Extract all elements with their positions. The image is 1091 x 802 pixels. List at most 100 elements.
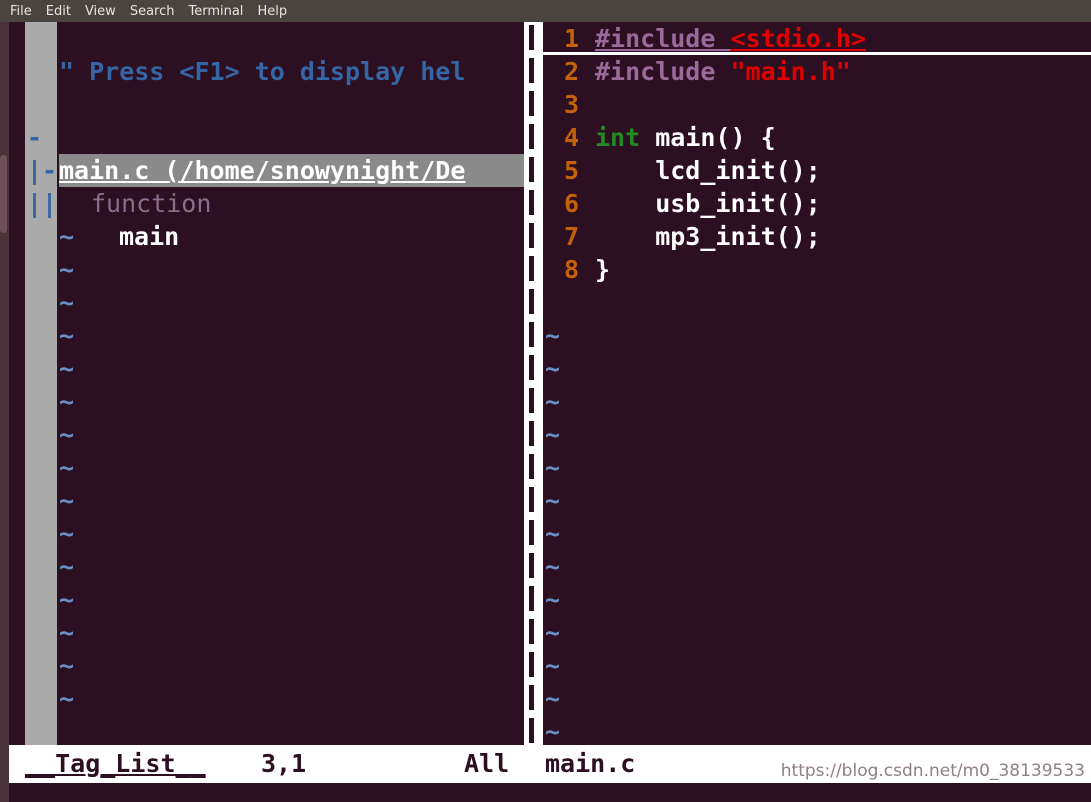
taglist-pane[interactable]: " Press <F1> to display hel - main.c (/h… <box>9 22 524 745</box>
code-line-6[interactable]: 6 usb_init(); <box>543 187 1091 220</box>
code-line-4[interactable]: 4 int main() { <box>543 121 1091 154</box>
taglist-tag-row[interactable]: || main <box>9 154 524 251</box>
menu-bar: File Edit View Search Terminal Help <box>0 0 1091 22</box>
code-line-8[interactable]: 8} <box>543 253 1091 286</box>
line-text-2: #include "main.h" <box>595 55 851 88</box>
code-token: mp3_init(); <box>595 222 821 251</box>
line-text-8: } <box>595 253 610 286</box>
divider-glyph <box>529 91 534 116</box>
taglist-file-row[interactable]: - main.c (/home/snowynight/De <box>9 88 524 187</box>
taglist-tilde: ~ <box>59 420 75 449</box>
taglist-tilde: ~ <box>59 552 75 581</box>
taglist-tilde: ~ <box>59 651 75 680</box>
divider-glyph <box>529 520 534 545</box>
line-number-5: 5 <box>563 156 579 185</box>
taglist-tag-guide-icon: || <box>27 189 58 218</box>
code-token: "main.h" <box>730 57 851 86</box>
taglist-tilde: ~ <box>59 288 75 317</box>
taglist-tilde: ~ <box>59 255 75 284</box>
code-tilde: ~ <box>545 684 561 713</box>
status-taglist-name: __Tag_List__ <box>25 749 206 778</box>
terminal-content: " Press <F1> to display hel - main.c (/h… <box>9 22 1091 802</box>
code-tilde: ~ <box>545 321 561 350</box>
divider-glyph <box>529 190 534 215</box>
divider-glyph <box>529 223 534 248</box>
code-line-1[interactable]: 1 #include <stdio.h> <box>543 22 1091 55</box>
divider-glyph <box>529 388 534 413</box>
code-tilde: ~ <box>545 651 561 680</box>
divider-glyph <box>529 256 534 281</box>
menu-item-search[interactable]: Search <box>130 5 175 18</box>
divider-glyph <box>529 487 534 512</box>
divider-glyph <box>529 322 534 347</box>
taglist-kind-row[interactable]: |- function <box>9 121 524 218</box>
code-token: usb_init(); <box>595 189 821 218</box>
line-number-3: 3 <box>563 90 579 119</box>
status-cursor-position: 3,1 <box>261 749 307 778</box>
divider-glyph <box>529 454 534 479</box>
window-left-edge <box>0 22 9 802</box>
line-number-6: 6 <box>563 189 579 218</box>
menu-item-terminal[interactable]: Terminal <box>188 5 243 18</box>
taglist-tilde: ~ <box>59 453 75 482</box>
code-line-5[interactable]: 5 lcd_init(); <box>543 154 1091 187</box>
window-scrollbar-thumb[interactable] <box>0 155 7 233</box>
line-text-1: #include <stdio.h> <box>595 22 866 55</box>
code-token: int <box>595 123 656 152</box>
menu-item-file[interactable]: File <box>10 5 32 18</box>
divider-glyph <box>529 586 534 611</box>
code-token: } <box>595 255 611 284</box>
line-number-8: 8 <box>563 255 579 284</box>
divider-glyph <box>529 718 534 743</box>
code-token: #include <box>595 57 731 86</box>
code-token: lcd_init(); <box>595 156 821 185</box>
vertical-split-divider[interactable] <box>524 22 543 745</box>
code-tilde: ~ <box>545 618 561 647</box>
bottom-strip <box>9 783 1091 802</box>
line-text-7: mp3_init(); <box>595 220 821 253</box>
divider-glyph <box>529 157 534 182</box>
code-tilde: ~ <box>545 552 561 581</box>
code-tilde: ~ <box>545 387 561 416</box>
divider-glyph <box>529 355 534 380</box>
line-number-4: 4 <box>563 123 579 152</box>
taglist-tilde: ~ <box>59 618 75 647</box>
divider-glyph <box>529 619 534 644</box>
status-scroll-indicator: All <box>464 749 510 778</box>
code-tilde: ~ <box>545 486 561 515</box>
line-number-2: 2 <box>563 57 579 86</box>
divider-glyph <box>529 685 534 710</box>
divider-glyph <box>529 652 534 677</box>
taglist-tilde: ~ <box>59 684 75 713</box>
taglist-tag-label[interactable]: main <box>119 220 179 253</box>
divider-glyph <box>529 58 534 83</box>
line-text-5: lcd_init(); <box>595 154 821 187</box>
taglist-tilde: ~ <box>59 354 75 383</box>
code-pane[interactable]: 1 #include <stdio.h> 2 #include "main.h" 3 4 i… <box>543 22 1091 745</box>
code-token: <stdio.h> <box>730 24 866 53</box>
taglist-tilde: ~ <box>59 519 75 548</box>
menu-item-help[interactable]: Help <box>257 5 287 18</box>
terminal-window: File Edit View Search Terminal Help " Pr… <box>0 0 1091 802</box>
line-number-1: 1 <box>563 24 579 53</box>
taglist-tilde: ~ <box>59 321 75 350</box>
divider-glyph <box>529 553 534 578</box>
code-tilde: ~ <box>545 585 561 614</box>
code-line-7[interactable]: 7 mp3_init(); <box>543 220 1091 253</box>
menu-item-edit[interactable]: Edit <box>46 5 71 18</box>
divider-glyph <box>529 289 534 314</box>
watermark: https://blog.csdn.net/m0_38139533 <box>780 761 1085 781</box>
code-line-2[interactable]: 2 #include "main.h" <box>543 55 1091 88</box>
code-tilde: ~ <box>545 453 561 482</box>
status-file-name: main.c <box>545 749 636 778</box>
menu-item-view[interactable]: View <box>85 5 116 18</box>
line-text-6: usb_init(); <box>595 187 821 220</box>
divider-glyph <box>529 25 534 50</box>
taglist-help-row: " Press <F1> to display hel <box>9 22 524 86</box>
code-tilde: ~ <box>545 717 561 745</box>
divider-glyph <box>529 124 534 149</box>
taglist-tilde: ~ <box>59 222 75 251</box>
taglist-tilde: ~ <box>59 486 75 515</box>
code-line-3[interactable]: 3 <box>543 88 1091 121</box>
taglist-blank-row <box>9 55 524 88</box>
